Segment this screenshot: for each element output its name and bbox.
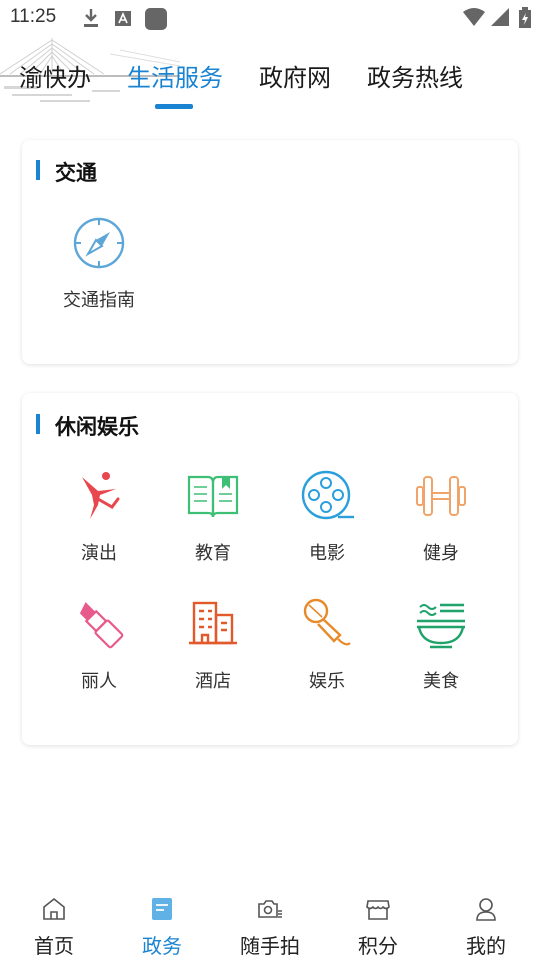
service-transport-guide[interactable]: 交通指南 — [42, 216, 156, 312]
lipstick-icon — [79, 602, 124, 649]
nav-snapshot[interactable]: 随手拍 — [216, 880, 324, 959]
nav-home[interactable]: 首页 — [0, 880, 108, 959]
nav-label: 我的 — [466, 934, 506, 958]
service-label: 娱乐 — [309, 671, 345, 692]
service-label: 交通指南 — [63, 290, 135, 311]
nav-label: 首页 — [34, 934, 74, 958]
status-time: 11:25 — [10, 6, 57, 27]
dumbbell-icon — [416, 476, 466, 516]
service-label: 丽人 — [81, 671, 117, 692]
service-fitness[interactable]: 健身 — [384, 469, 498, 565]
nav-mine[interactable]: 我的 — [432, 880, 540, 959]
service-beauty[interactable]: 丽人 — [42, 597, 156, 693]
dancer-icon — [82, 472, 120, 519]
service-label: 健身 — [423, 543, 459, 564]
battery-icon — [519, 7, 531, 28]
download-icon — [84, 9, 98, 27]
transport-card: 交通 交通指南 — [22, 140, 518, 364]
service-label: 演出 — [81, 543, 117, 564]
nav-label: 政务 — [142, 934, 182, 958]
service-label: 美食 — [423, 671, 459, 692]
section-marker — [36, 414, 40, 434]
camera-icon — [258, 900, 282, 918]
service-label: 电影 — [309, 543, 345, 564]
tab-government-site[interactable]: 政府网 — [259, 58, 331, 93]
section-marker — [36, 160, 40, 180]
nav-points[interactable]: 积分 — [324, 880, 432, 959]
service-food[interactable]: 美食 — [384, 597, 498, 693]
shop-icon — [366, 900, 390, 920]
status-bar: 11:25 — [0, 0, 540, 36]
font-a-icon — [115, 11, 131, 26]
service-hotel[interactable]: 酒店 — [156, 597, 270, 693]
tab-gov-hotline[interactable]: 政务热线 — [367, 58, 463, 93]
service-education[interactable]: 教育 — [156, 469, 270, 565]
service-movie[interactable]: 电影 — [270, 469, 384, 565]
service-label: 教育 — [195, 543, 231, 564]
microphone-icon — [303, 598, 351, 646]
bottom-nav-bar: 首页 政务 随手拍 积分 我的 — [0, 880, 540, 960]
tab-life-services[interactable]: 生活服务 — [127, 58, 223, 93]
service-label: 酒店 — [195, 671, 231, 692]
nav-label: 积分 — [358, 934, 398, 958]
service-entertainment[interactable]: 娱乐 — [270, 597, 384, 693]
transport-section-title: 交通 — [55, 161, 97, 185]
leisure-section-title: 休闲娱乐 — [55, 415, 139, 439]
nav-government[interactable]: 政务 — [108, 880, 216, 959]
hotel-icon — [189, 601, 237, 645]
top-tab-bar: 渝快办 生活服务 政府网 政务热线 — [0, 36, 540, 116]
wifi-icon — [463, 8, 485, 26]
home-icon — [43, 897, 65, 920]
nav-label: 随手拍 — [240, 934, 300, 958]
film-reel-icon — [301, 470, 354, 520]
book-icon — [187, 475, 239, 518]
document-icon — [152, 898, 172, 920]
tab-yukuaiban[interactable]: 渝快办 — [19, 58, 91, 93]
noodle-bowl-icon — [417, 603, 465, 649]
compass-icon — [73, 217, 125, 269]
app-square-icon — [145, 8, 167, 30]
active-tab-indicator — [155, 104, 193, 109]
user-icon — [476, 898, 496, 921]
leisure-card: 休闲娱乐 演出 教育 电影 健身 丽人 酒店 娱乐 美食 — [22, 393, 518, 745]
service-performance[interactable]: 演出 — [42, 469, 156, 565]
signal-icon — [491, 8, 509, 26]
